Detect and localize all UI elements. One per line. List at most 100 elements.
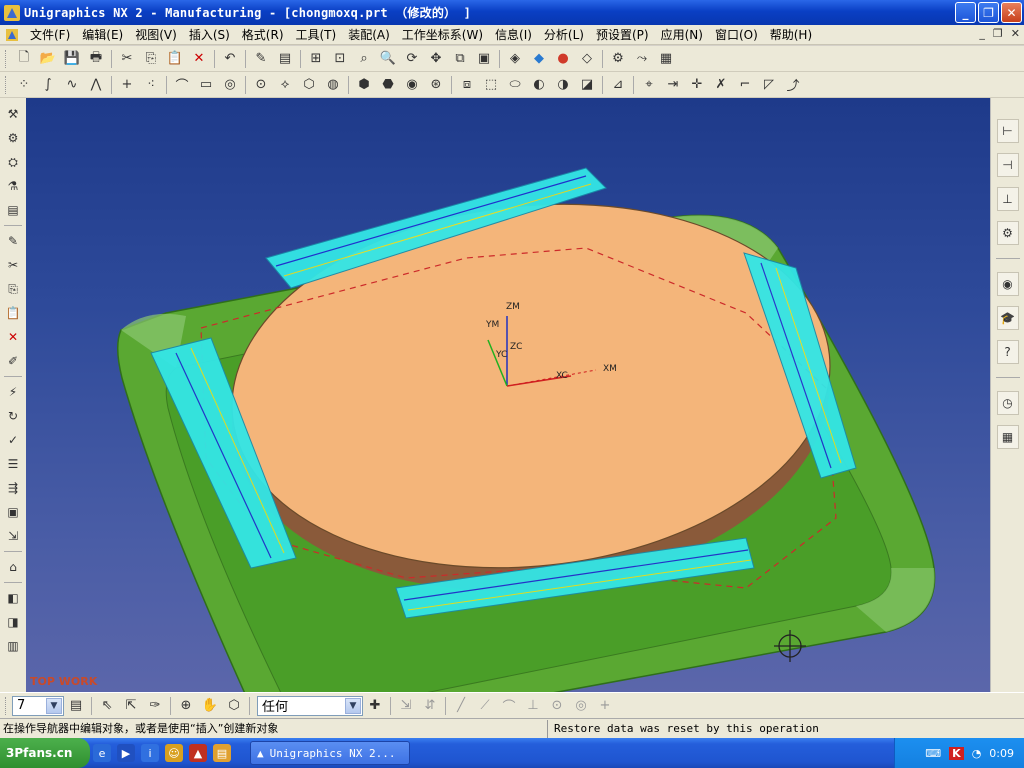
snap-existing-icon[interactable]: + [594,695,616,717]
ie-icon[interactable]: e [93,744,111,762]
feature-icon[interactable]: ⬣ [377,74,399,96]
layer-combo[interactable]: 7 ▼ [12,695,64,716]
graphics-viewport[interactable]: ZM YM YC ZC XC XM TOP WORK [26,98,990,692]
snap-quadrant-icon[interactable]: ◎ [570,695,592,717]
save-icon[interactable]: 💾 [61,48,83,70]
generate-toolpath-icon[interactable]: ⚡ [3,382,23,402]
color-icon[interactable]: ● [552,48,574,70]
menu-tools[interactable]: 工具(T) [290,25,343,45]
menu-information[interactable]: 信息(I) [489,25,538,45]
snap-center-icon[interactable]: ⊙ [546,695,568,717]
bridge-icon[interactable]: ⤴ [782,74,804,96]
create-method-icon[interactable]: ⚗ [3,176,23,196]
rectangle-icon[interactable]: ▭ [195,74,217,96]
list-icon[interactable]: ☰ [3,454,23,474]
layer-settings-icon[interactable]: ▤ [65,695,87,717]
geometry-view-icon[interactable]: ⚙ [996,221,1019,245]
cut-icon[interactable]: ✂ [116,48,138,70]
menu-wcs[interactable]: 工作坐标系(W) [396,25,489,45]
toolbar-grip[interactable] [5,696,8,715]
analysis-icon[interactable]: ⚙ [607,48,629,70]
media-player-icon[interactable]: ▶ [117,744,135,762]
create-program-icon[interactable]: ⚒ [3,104,23,124]
groove-icon[interactable]: ◐ [528,74,550,96]
hole-icon[interactable]: ◉ [401,74,423,96]
doc-minimize-icon[interactable]: _ [979,27,985,40]
doc-close-icon[interactable]: ✕ [1011,27,1020,40]
open-icon[interactable]: 📂 [37,48,59,70]
snap-endpoint-icon[interactable]: ⇲ [395,695,417,717]
curve-icon[interactable]: ∿ [61,74,83,96]
arc-icon[interactable]: ⌒ [171,74,193,96]
volume-icon[interactable]: ◔ [972,747,982,760]
extrude-icon[interactable]: ⬡ [298,74,320,96]
minimize-button[interactable]: _ [955,2,976,23]
plus-icon[interactable]: + [116,74,138,96]
web-browser-icon[interactable]: ◉ [996,272,1019,296]
machine-icon[interactable]: ⌂ [3,557,23,577]
pan-icon[interactable]: ✥ [425,48,447,70]
toolbar-grip[interactable] [5,75,8,94]
menu-help[interactable]: 帮助(H) [764,25,818,45]
chamfer-icon[interactable]: ◸ [758,74,780,96]
filter-combo[interactable]: 任何 ▼ [257,695,363,716]
view-orient-icon[interactable]: ▣ [473,48,495,70]
select-face-icon[interactable]: ✋ [199,695,221,717]
split-icon[interactable]: ✛ [686,74,708,96]
paste-op-icon[interactable]: 📋 [3,303,23,323]
rename-icon[interactable]: ✐ [3,351,23,371]
snap-line-icon[interactable]: ╱ [450,695,472,717]
edit-icon[interactable]: ✎ [3,231,23,251]
rotate-icon[interactable]: ⟳ [401,48,423,70]
circle-icon[interactable]: ◎ [219,74,241,96]
menu-file[interactable]: 文件(F) [24,25,76,45]
delete-icon[interactable]: ✕ [188,48,210,70]
method-view-icon[interactable]: ◨ [3,612,23,632]
magnify-icon[interactable]: 🔍 [377,48,399,70]
trim-icon[interactable]: ⌖ [638,74,660,96]
paste-icon[interactable]: 📋 [164,48,186,70]
measure-icon[interactable]: ⊿ [607,74,629,96]
render-style-icon[interactable]: ◈ [504,48,526,70]
history-icon[interactable]: ◷ [996,391,1019,415]
reuse-library-icon[interactable]: ▦ [996,425,1019,449]
undo-icon[interactable]: ↶ [219,48,241,70]
toolbar-grip[interactable] [5,49,8,68]
copy-icon[interactable]: ⎘ [140,48,162,70]
snap-arc-icon[interactable]: ⌒ [498,695,520,717]
toolpath-icon[interactable]: ⤳ [631,48,653,70]
messenger-icon[interactable]: ☺ [165,744,183,762]
menu-preferences[interactable]: 预设置(P) [590,25,655,45]
extend-icon[interactable]: ⇥ [662,74,684,96]
program-order-icon[interactable]: ⊣ [996,153,1019,177]
boss-icon[interactable]: ⊛ [425,74,447,96]
replay-icon[interactable]: ↻ [3,406,23,426]
blend-icon[interactable]: ◑ [552,74,574,96]
print-icon[interactable]: 🖶 [85,48,107,70]
pad-icon[interactable]: ⬚ [480,74,502,96]
menu-edit[interactable]: 编辑(E) [76,25,129,45]
maximize-button[interactable]: ❐ [978,2,999,23]
slot-icon[interactable]: ⬭ [504,74,526,96]
shell-icon[interactable]: ⬢ [353,74,375,96]
generate-icon[interactable]: ▦ [655,48,677,70]
revolve-icon[interactable]: ◍ [322,74,344,96]
polyline-icon[interactable]: ⋀ [85,74,107,96]
snap-midpoint-icon[interactable]: ⇵ [419,695,441,717]
fit-icon[interactable]: ⊞ [305,48,327,70]
menu-application[interactable]: 应用(N) [655,25,709,45]
document-view-icon[interactable]: ▥ [3,636,23,656]
menu-assemblies[interactable]: 装配(A) [342,25,396,45]
menu-format[interactable]: 格式(R) [236,25,290,45]
delete-op-icon[interactable]: ✕ [3,327,23,347]
keyboard-icon[interactable]: ⌨ [925,747,941,760]
snap-intersection-icon[interactable]: ⊥ [522,695,544,717]
new-icon[interactable]: 🗋 [13,48,35,70]
close-button[interactable]: ✕ [1001,2,1022,23]
create-tool-icon[interactable]: ⚙ [3,128,23,148]
menu-view[interactable]: 视图(V) [129,25,183,45]
shade-icon[interactable]: ◆ [528,48,550,70]
explorer-icon[interactable]: ▤ [213,744,231,762]
snap-tangent-icon[interactable]: ⟋ [474,695,496,717]
training-icon[interactable]: 🎓 [996,306,1019,330]
